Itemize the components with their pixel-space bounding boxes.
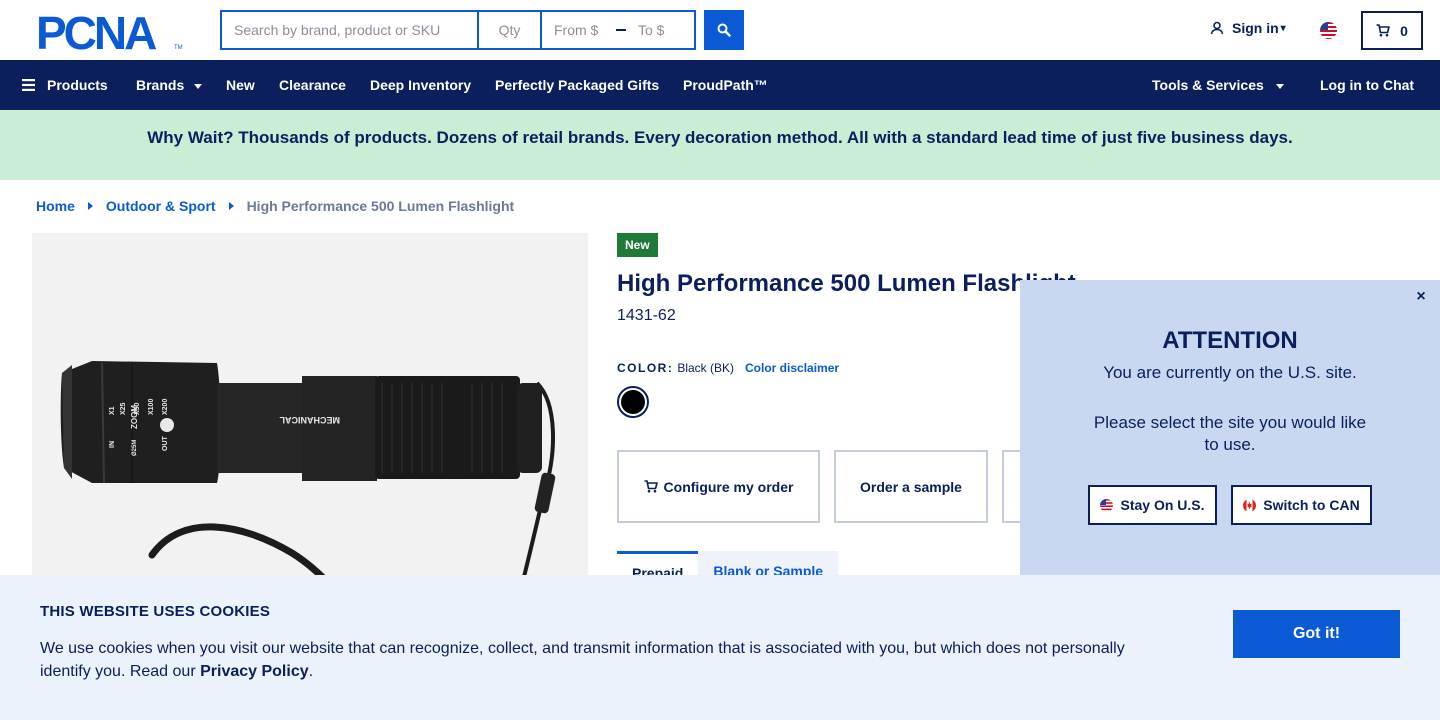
color-disclaimer-link[interactable]: Color disclaimer	[745, 361, 839, 375]
nav-clearance[interactable]: Clearance	[279, 60, 346, 110]
cart-icon	[644, 480, 658, 493]
promo-banner: Why Wait? Thousands of products. Dozens …	[0, 110, 1440, 180]
imprint-model: Ø25M	[132, 440, 138, 456]
price-to-input[interactable]	[634, 12, 694, 48]
nav-new[interactable]: New	[226, 60, 255, 110]
switch-can-label: Switch to CAN	[1263, 497, 1360, 513]
attention-title: ATTENTION	[1162, 327, 1298, 354]
imprint-in: IN	[109, 441, 116, 448]
close-icon[interactable]: ×	[1412, 288, 1430, 306]
imprint-level: X50	[134, 402, 141, 415]
pcna-logo[interactable]: PCNA TM	[36, 11, 186, 51]
cart-button[interactable]: 0	[1361, 11, 1423, 50]
nav-new-label: New	[226, 77, 255, 93]
imprint-brand: MECHANICAL	[279, 415, 340, 425]
chevron-down-icon: ▾	[1280, 22, 1286, 34]
configure-order-button[interactable]: Configure my order	[617, 450, 820, 523]
canada-flag-icon	[1243, 498, 1257, 512]
caret-down-icon	[1275, 83, 1284, 89]
price-from-input[interactable]	[542, 12, 608, 48]
breadcrumb-arrow-icon	[228, 202, 234, 210]
cart-icon	[1376, 24, 1390, 37]
nav-deep-inventory[interactable]: Deep Inventory	[370, 60, 471, 110]
accept-cookies-button[interactable]: Got it!	[1233, 610, 1400, 658]
nav-clearance-label: Clearance	[279, 77, 346, 93]
product-sku: 1431-62	[617, 307, 676, 324]
logo-text: PCNA	[36, 11, 156, 51]
switch-can-button[interactable]: Switch to CAN	[1231, 485, 1372, 525]
breadcrumb-arrow-icon	[87, 202, 93, 210]
us-flag-icon[interactable]	[1320, 22, 1337, 39]
breadcrumb-current: High Performance 500 Lumen Flashlight	[246, 198, 515, 214]
privacy-policy-link[interactable]: Privacy Policy	[200, 663, 309, 680]
us-flag-icon	[1100, 498, 1114, 512]
nav-proudpath-label: ProudPath™	[683, 77, 768, 93]
color-label: COLOR:	[617, 361, 674, 375]
price-range	[541, 10, 696, 50]
cookie-title: THIS WEBSITE USES COOKIES	[40, 603, 271, 620]
sign-in-label: Sign in	[1232, 20, 1279, 36]
imprint-out: OUT	[162, 436, 169, 452]
caret-down-icon	[194, 83, 203, 89]
site-selector-popup: × ATTENTION You are currently on the U.S…	[1020, 280, 1440, 576]
qty-input[interactable]	[478, 10, 541, 50]
price-range-dash	[616, 29, 626, 31]
nav-brands-label: Brands	[136, 77, 185, 93]
search-icon	[717, 23, 731, 37]
search-input[interactable]	[220, 10, 478, 50]
cart-count: 0	[1400, 22, 1408, 39]
attention-prompt: Please select the site you would like to…	[1093, 413, 1367, 454]
breadcrumb-category[interactable]: Outdoor & Sport	[106, 198, 216, 214]
cookie-banner: THIS WEBSITE USES COOKIES We use cookies…	[0, 575, 1440, 720]
imprint-level: X25	[120, 402, 127, 415]
breadcrumb-home[interactable]: Home	[36, 198, 75, 214]
order-sample-label: Order a sample	[860, 478, 962, 495]
nav-products-label: Products	[47, 77, 108, 93]
nav-deep-inventory-label: Deep Inventory	[370, 77, 472, 93]
imprint-level: X200	[162, 399, 169, 415]
search-form	[220, 10, 744, 50]
nav-gifts[interactable]: Perfectly Packaged Gifts	[495, 60, 659, 110]
site-header: PCNA TM Sign in ▾	[0, 0, 1440, 60]
configure-order-label: Configure my order	[663, 478, 794, 495]
breadcrumb: Home Outdoor & Sport High Performance 50…	[36, 198, 514, 214]
sign-in-menu[interactable]: Sign in ▾	[1210, 20, 1286, 36]
imprint-level: X100	[148, 399, 155, 415]
cookie-body-end: .	[308, 663, 314, 680]
product-title: High Performance 500 Lumen Flashlight	[617, 270, 1076, 297]
new-badge: New	[617, 233, 658, 257]
stay-us-label: Stay On U.S.	[1120, 497, 1205, 513]
logo-trademark: TM	[174, 45, 183, 51]
swatch-fill	[621, 390, 645, 414]
user-icon	[1210, 21, 1224, 35]
color-row: COLOR: Black (BK) Color disclaimer	[617, 361, 839, 375]
nav-products[interactable]: Products	[22, 60, 108, 110]
attention-message: You are currently on the U.S. site.	[1103, 363, 1357, 382]
nav-proudpath[interactable]: ProudPath™	[683, 60, 768, 110]
stay-us-button[interactable]: Stay On U.S.	[1088, 485, 1217, 525]
nav-chat[interactable]: Log in to Chat	[1320, 60, 1414, 110]
color-swatch-black[interactable]	[617, 386, 649, 418]
cookie-text: We use cookies when you visit our websit…	[40, 637, 1150, 683]
promo-text: Why Wait? Thousands of products. Dozens …	[147, 128, 1293, 147]
main-nav: Products Brands New Clearance Deep Inven…	[0, 60, 1440, 110]
nav-brands[interactable]: Brands	[136, 60, 203, 110]
nav-chat-label: Log in to Chat	[1320, 77, 1415, 93]
imprint-level: X1	[109, 406, 116, 415]
nav-tools-services[interactable]: Tools & Services	[1152, 60, 1284, 110]
nav-tools-label: Tools & Services	[1152, 77, 1264, 93]
nav-gifts-label: Perfectly Packaged Gifts	[495, 77, 660, 93]
search-button[interactable]	[704, 10, 744, 50]
menu-icon	[22, 79, 35, 91]
order-sample-button[interactable]: Order a sample	[834, 450, 988, 523]
color-value: Black (BK)	[677, 361, 735, 375]
